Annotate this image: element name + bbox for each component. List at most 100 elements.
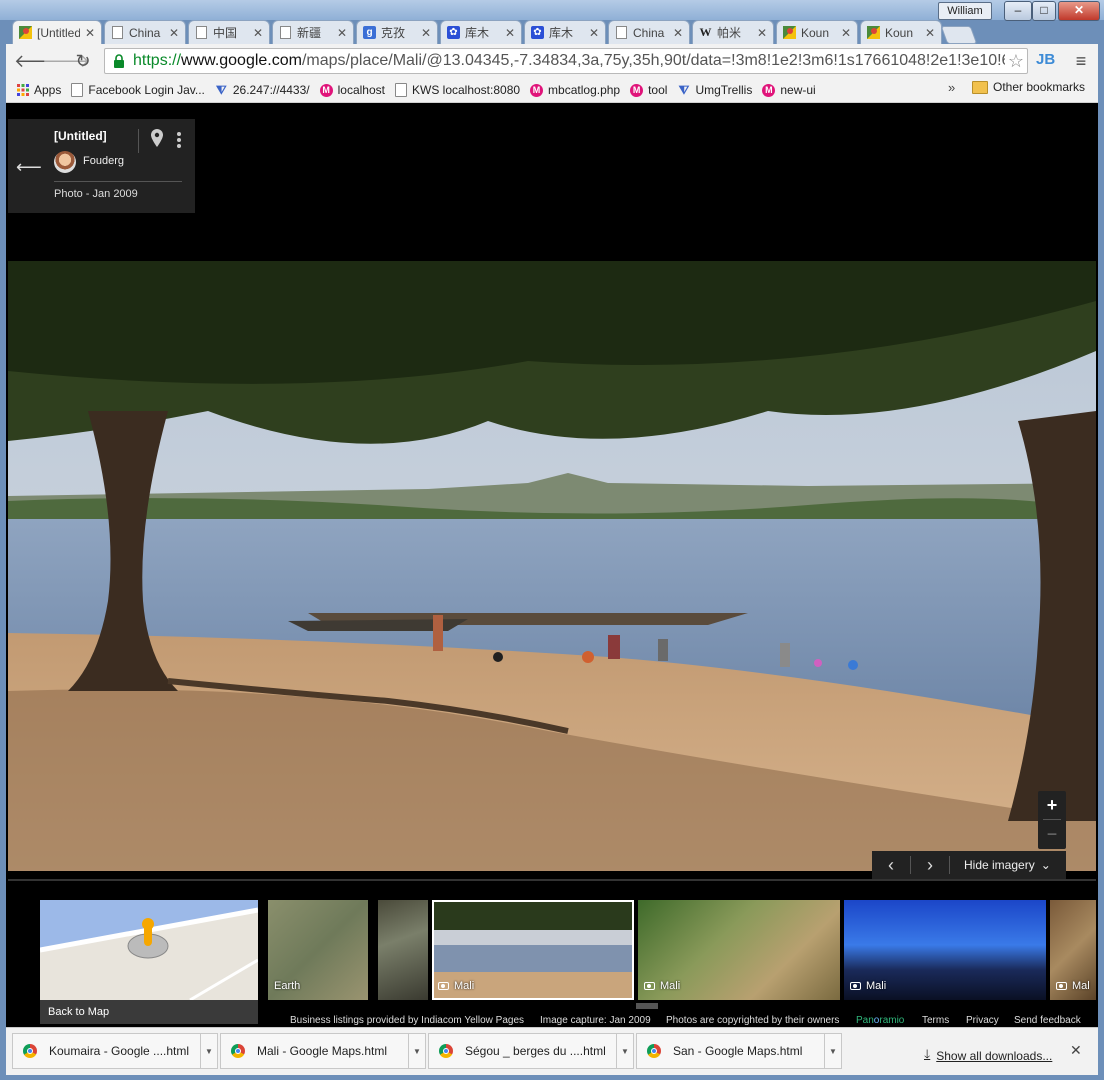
- photo-date: Photo - Jan 2009: [54, 188, 138, 200]
- tab-china[interactable]: China ✕: [104, 20, 186, 44]
- bookmark-label: UmgTrellis: [695, 83, 753, 97]
- tab-close-icon[interactable]: ✕: [85, 26, 95, 40]
- tab-kumu-2[interactable]: ✿ 库木 ✕: [524, 20, 606, 44]
- back-arrow-icon[interactable]: ⟵: [16, 157, 42, 178]
- thumbnail-aerial[interactable]: [378, 900, 428, 1000]
- back-to-map-thumbnail[interactable]: Back to Map: [39, 900, 259, 1024]
- bookmark-localhost[interactable]: M localhost: [319, 83, 385, 97]
- tab-close-icon[interactable]: ✕: [421, 26, 431, 40]
- tab-close-icon[interactable]: ✕: [673, 26, 683, 40]
- tab-kumu-1[interactable]: ✿ 库木 ✕: [440, 20, 522, 44]
- tab-close-icon[interactable]: ✕: [337, 26, 347, 40]
- tab-pami[interactable]: W 帕米 ✕: [692, 20, 774, 44]
- tab-untitled[interactable]: [Untitled] ✕: [12, 20, 102, 44]
- tab-koun-2[interactable]: Koun ✕: [860, 20, 942, 44]
- address-bar[interactable]: https://www.google.com/maps/place/Mali/@…: [104, 48, 1028, 74]
- other-bookmarks[interactable]: Other bookmarks: [972, 80, 1085, 94]
- filmstrip-scroll-indicator[interactable]: [636, 1003, 658, 1009]
- tab-label: Koun: [801, 25, 830, 40]
- tab-china-2[interactable]: China ✕: [608, 20, 690, 44]
- bookmark-tool[interactable]: M tool: [630, 83, 667, 97]
- bookmark-apps[interactable]: Apps: [16, 83, 61, 97]
- new-tab-button[interactable]: [940, 26, 978, 44]
- browser-toolbar: 🡐 🡒 ↻ https://www.google.com/maps/place/…: [6, 44, 1098, 78]
- filmstrip-border: [8, 879, 1096, 881]
- dropdown-caret-icon[interactable]: ▼: [408, 1034, 425, 1068]
- download-item[interactable]: Ségou _ berges du ....html ▼: [428, 1033, 634, 1069]
- bookmark-ip[interactable]: ⧨ 26.247://4433/: [215, 82, 310, 98]
- jetbrains-extension-icon[interactable]: JB: [1036, 51, 1058, 71]
- bookmark-star-icon[interactable]: ☆: [1005, 51, 1027, 72]
- reload-button[interactable]: ↻: [72, 50, 94, 72]
- tab-koun-1[interactable]: Koun ✕: [776, 20, 858, 44]
- send-feedback-link[interactable]: Send feedback: [1014, 1015, 1081, 1026]
- bookmark-facebook-login[interactable]: Facebook Login Jav...: [71, 83, 205, 97]
- more-options-icon[interactable]: [176, 131, 182, 149]
- thumbnail-label: Mali: [644, 980, 680, 992]
- thumbnail-label: Mal: [1056, 980, 1090, 992]
- download-filename: Koumaira - Google ....html: [49, 1044, 190, 1058]
- chevron-double-down-icon[interactable]: ⌄: [1041, 858, 1051, 872]
- bookmark-umgtrellis[interactable]: ⧨ UmgTrellis: [677, 83, 753, 98]
- tab-label: 克孜: [381, 26, 406, 40]
- card-divider: [54, 181, 182, 182]
- zoom-in-button[interactable]: +: [1038, 791, 1066, 819]
- other-bookmarks-label: Other bookmarks: [993, 80, 1086, 94]
- next-image-button[interactable]: ›: [911, 855, 949, 876]
- terms-link[interactable]: Terms: [922, 1015, 949, 1026]
- privacy-link[interactable]: Privacy: [966, 1015, 999, 1026]
- bookmark-label: new-ui: [780, 83, 816, 97]
- tab-close-icon[interactable]: ✕: [505, 26, 515, 40]
- download-item[interactable]: San - Google Maps.html ▼: [636, 1033, 842, 1069]
- bookmarks-overflow-button[interactable]: »: [948, 80, 955, 95]
- magento-icon: M: [762, 83, 776, 97]
- imagery-nav: ‹ › Hide imagery ⌄: [872, 851, 1066, 879]
- tab-close-icon[interactable]: ✕: [757, 26, 767, 40]
- chrome-menu-icon[interactable]: ≡: [1070, 50, 1092, 72]
- panoramio-logo[interactable]: Panoramio: [856, 1015, 904, 1026]
- zoom-divider: [1043, 819, 1061, 820]
- zoom-control: + −: [1038, 791, 1066, 849]
- show-all-downloads-link[interactable]: 🡓 Show all downloads...: [924, 1045, 1052, 1066]
- tab-xinjiang[interactable]: 新疆 ✕: [272, 20, 354, 44]
- hide-imagery-button[interactable]: Hide imagery: [964, 858, 1035, 872]
- tab-close-icon[interactable]: ✕: [925, 26, 935, 40]
- tab-kezi[interactable]: g 克孜 ✕: [356, 20, 438, 44]
- panorama-photo[interactable]: [8, 261, 1096, 871]
- thumbnail-mali-2[interactable]: Mali: [638, 900, 840, 1000]
- page-icon: [111, 26, 124, 39]
- thumbnail-mali-3[interactable]: Mali: [844, 900, 1046, 1000]
- thumbnail-label: Earth: [274, 980, 301, 992]
- tab-close-icon[interactable]: ✕: [589, 26, 599, 40]
- thumbnail-mali-4[interactable]: Mal: [1050, 900, 1096, 1000]
- download-item[interactable]: Koumaira - Google ....html ▼: [12, 1033, 218, 1069]
- tab-close-icon[interactable]: ✕: [169, 26, 179, 40]
- download-arrow-icon: 🡓: [924, 1047, 931, 1061]
- dropdown-caret-icon[interactable]: ▼: [200, 1034, 217, 1068]
- tab-label: 中国: [213, 26, 238, 40]
- dropdown-caret-icon[interactable]: ▼: [824, 1034, 841, 1068]
- close-downloads-icon[interactable]: ✕: [1070, 1042, 1082, 1059]
- previous-image-button[interactable]: ‹: [872, 855, 910, 876]
- visualstudio-icon: ⧨: [216, 82, 227, 97]
- thumbnail-earth[interactable]: Earth: [268, 900, 368, 1000]
- author-name[interactable]: Fouderg: [83, 155, 124, 167]
- tab-close-icon[interactable]: ✕: [253, 26, 263, 40]
- zoom-out-button[interactable]: −: [1038, 821, 1066, 849]
- download-filename: San - Google Maps.html: [673, 1044, 803, 1058]
- back-button[interactable]: 🡐: [14, 50, 62, 72]
- tab-zhongguo[interactable]: 中国 ✕: [188, 20, 270, 44]
- map-pin-icon[interactable]: [150, 129, 164, 149]
- tab-close-icon[interactable]: ✕: [841, 26, 851, 40]
- author-avatar[interactable]: [54, 151, 76, 173]
- forward-button[interactable]: 🡒: [42, 50, 90, 72]
- bookmark-kws[interactable]: KWS localhost:8080: [394, 83, 520, 97]
- dropdown-caret-icon[interactable]: ▼: [616, 1034, 633, 1068]
- tab-label: 帕米: [717, 26, 742, 40]
- download-item[interactable]: Mali - Google Maps.html ▼: [220, 1033, 426, 1069]
- bookmark-label: mbcatlog.php: [548, 83, 621, 97]
- tab-label: China: [633, 25, 665, 40]
- thumbnail-mali-selected[interactable]: Mali: [432, 900, 634, 1000]
- bookmark-new-ui[interactable]: M new-ui: [762, 83, 816, 97]
- bookmark-mbcatlog[interactable]: M mbcatlog.php: [530, 83, 620, 97]
